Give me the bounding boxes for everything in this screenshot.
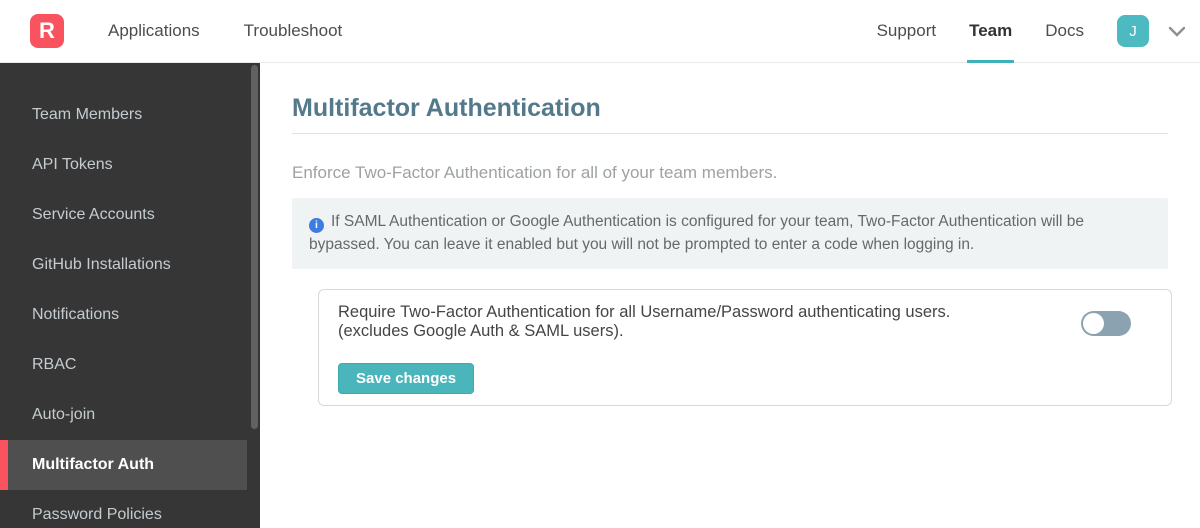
toggle-knob	[1083, 313, 1104, 334]
sidebar-item-rbac[interactable]: RBAC	[0, 340, 247, 390]
sidebar-item-auto-join[interactable]: Auto-join	[0, 390, 247, 440]
setting-label-line2: (excludes Google Auth & SAML users).	[338, 322, 624, 340]
info-icon: i	[309, 218, 324, 233]
two-factor-toggle[interactable]	[1081, 311, 1131, 336]
sidebar-item-multifactor-auth[interactable]: Multifactor Auth	[0, 440, 247, 490]
info-callout-text: If SAML Authentication or Google Authent…	[309, 213, 1085, 253]
sidebar-item-notifications[interactable]: Notifications	[0, 290, 247, 340]
settings-sidebar: Team Members API Tokens Service Accounts…	[0, 63, 260, 528]
avatar[interactable]: J	[1117, 15, 1149, 47]
primary-nav: Applications Troubleshoot	[108, 0, 342, 63]
info-callout: i If SAML Authentication or Google Authen…	[292, 198, 1168, 269]
main-content: Multifactor Authentication Enforce Two-F…	[260, 63, 1200, 528]
nav-applications[interactable]: Applications	[108, 0, 200, 63]
sidebar-item-service-accounts[interactable]: Service Accounts	[0, 190, 247, 240]
rollbar-logo-icon[interactable]: R	[30, 14, 64, 48]
sidebar-item-github-installations[interactable]: GitHub Installations	[0, 240, 247, 290]
two-factor-setting-card: Require Two-Factor Authentication for al…	[318, 289, 1172, 406]
app-window: R Applications Troubleshoot Support Team…	[0, 0, 1200, 528]
sidebar-item-password-policies[interactable]: Password Policies	[0, 490, 247, 528]
page-title: Multifactor Authentication	[292, 94, 601, 122]
sidebar-item-team-members[interactable]: Team Members	[0, 90, 247, 140]
sidebar-item-label: Multifactor Auth	[32, 456, 155, 473]
active-item-marker	[0, 440, 8, 490]
nav-team-label: Team	[969, 21, 1013, 40]
top-navbar: R Applications Troubleshoot Support Team…	[0, 0, 1200, 63]
nav-troubleshoot[interactable]: Troubleshoot	[244, 0, 343, 63]
title-divider	[292, 133, 1168, 134]
page-description: Enforce Two-Factor Authentication for al…	[292, 163, 778, 182]
sidebar-item-api-tokens[interactable]: API Tokens	[0, 140, 247, 190]
setting-label: Require Two-Factor Authentication for al…	[338, 303, 1038, 341]
nav-team[interactable]: Team	[967, 0, 1015, 63]
sidebar-scrollbar-thumb[interactable]	[251, 65, 258, 429]
chevron-down-icon[interactable]	[1168, 26, 1186, 37]
active-tab-underline	[967, 59, 1015, 63]
setting-label-line1: Require Two-Factor Authentication for al…	[338, 303, 951, 321]
secondary-nav: Support Team Docs J	[877, 0, 1186, 63]
save-changes-button[interactable]: Save changes	[338, 363, 475, 394]
nav-support[interactable]: Support	[877, 0, 937, 63]
nav-docs[interactable]: Docs	[1045, 0, 1084, 63]
